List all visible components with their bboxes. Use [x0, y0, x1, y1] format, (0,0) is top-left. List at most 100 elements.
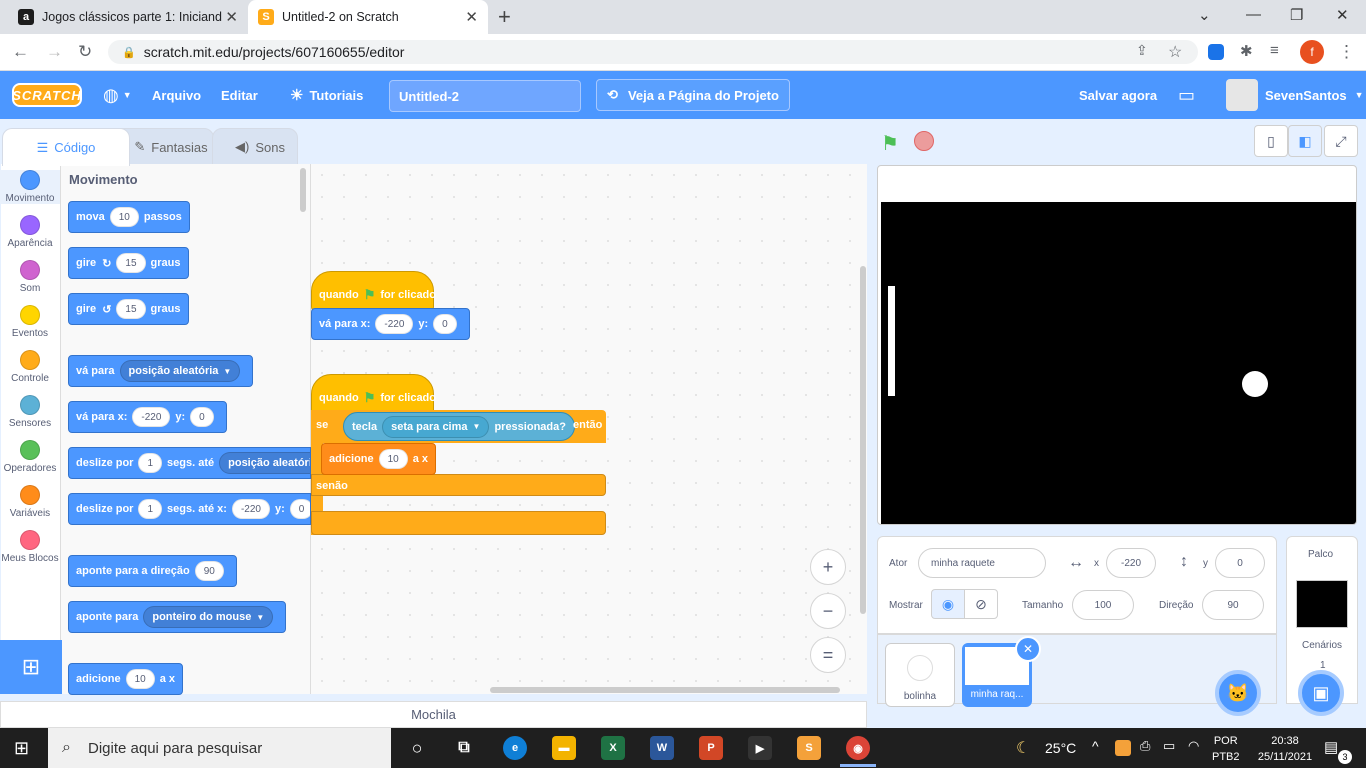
browser-tab-scratch[interactable]: S Untitled-2 on Scratch ✕ [248, 0, 488, 34]
save-now-button[interactable]: Salvar agora [1079, 71, 1157, 119]
block-input[interactable]: 1 [138, 453, 163, 473]
choose-sprite-button[interactable]: 🐱 [1215, 670, 1261, 716]
close-tab-icon[interactable]: ✕ [465, 8, 478, 26]
notification-icon[interactable]: ▤ [1324, 738, 1338, 756]
category-controle[interactable]: Controle [0, 350, 60, 384]
block-input[interactable]: -220 [375, 314, 414, 334]
puzzle-icon[interactable]: ✱ [1240, 42, 1253, 60]
stage-thumbnail[interactable] [1296, 580, 1348, 628]
ball-sprite[interactable] [1242, 371, 1268, 397]
profile-avatar[interactable]: f [1300, 40, 1324, 64]
file-explorer-icon[interactable]: ▬ [552, 736, 576, 760]
hat-when-flag-clicked-2[interactable]: quando ⚑ for clicado [311, 374, 436, 414]
backpack[interactable]: Mochila [0, 701, 867, 728]
bookmark-star-icon[interactable]: ☆ [1168, 42, 1182, 62]
show-sprite-button[interactable]: ◉ [931, 589, 965, 619]
glide-dropdown[interactable]: posição aleatória [219, 452, 310, 474]
sprite-name-input[interactable]: minha raquete [918, 548, 1046, 578]
powerpoint-icon[interactable]: P [699, 736, 723, 760]
close-window-icon[interactable]: ✕ [1336, 6, 1349, 24]
block-input[interactable]: -220 [231, 499, 270, 519]
block-input[interactable]: 0 [190, 407, 214, 427]
menu-tutorials[interactable]: ☀ Tutoriais [290, 71, 363, 119]
block-input[interactable]: 90 [194, 561, 224, 581]
palette-scrollbar[interactable] [300, 168, 306, 212]
user-avatar[interactable] [1226, 79, 1258, 111]
category-aparência[interactable]: Aparência [0, 215, 60, 249]
menu-file[interactable]: Arquivo [152, 71, 201, 119]
sublime-icon[interactable]: S [797, 736, 821, 760]
block-input[interactable]: 0 [433, 314, 457, 334]
category-movimento[interactable]: Movimento [0, 170, 60, 204]
small-stage-button[interactable]: ▯ [1254, 125, 1288, 157]
tray-app-icon[interactable] [1115, 740, 1131, 756]
excel-icon[interactable]: X [601, 736, 625, 760]
block-key-pressed[interactable]: tecla seta para cima ▼ pressionada? [343, 412, 575, 441]
direction-input[interactable]: 90 [1202, 590, 1264, 620]
hat-when-flag-clicked-1[interactable]: quando ⚑ for clicado [311, 271, 436, 311]
media-icon[interactable]: ≡ [1270, 42, 1279, 59]
weather-temp[interactable]: 25°C [1045, 740, 1076, 756]
block-input[interactable]: 10 [378, 449, 408, 469]
project-title-input[interactable]: Untitled-2 [389, 80, 581, 112]
wifi-icon[interactable]: ◠ [1188, 738, 1199, 754]
block-input[interactable]: 1 [138, 499, 163, 519]
tab-sounds[interactable]: ◀) Sons [212, 128, 298, 166]
block-point-towards[interactable]: aponte para ponteiro do mouse ▼ [68, 601, 287, 633]
new-tab-icon[interactable]: + [498, 4, 511, 30]
clock[interactable]: 20:38 25/11/2021 [1252, 733, 1318, 765]
green-flag-button[interactable]: ⚑ [881, 131, 899, 156]
task-view-icon[interactable]: ⧉ [452, 736, 476, 760]
block-glide[interactable]: deslize por 1 segs. até posição aleatória [68, 447, 311, 479]
forward-icon[interactable]: → [46, 42, 63, 62]
category-meus-blocos[interactable]: Meus Blocos [0, 530, 60, 564]
block-goto-xy[interactable]: vá para x: -220 y: 0 [68, 401, 227, 433]
key-dropdown[interactable]: seta para cima ▼ [382, 415, 490, 438]
tray-network-icon[interactable]: ⎙ [1140, 738, 1150, 754]
media-player-icon[interactable]: ▶ [748, 736, 772, 760]
taskbar-search[interactable]: ⌕ Digite aqui para pesquisar [48, 728, 391, 768]
category-variáveis[interactable]: Variáveis [0, 485, 60, 519]
stage[interactable] [877, 165, 1357, 525]
cortana-icon[interactable]: ○ [405, 736, 429, 760]
block-turn-left[interactable]: gire ↺ 15 graus [68, 293, 189, 325]
block-goto-xy-script[interactable]: vá para x: -220 y: 0 [311, 308, 470, 340]
keyboard-language[interactable]: POR PTB2 [1212, 733, 1240, 765]
weather-moon-icon[interactable]: ☾ [1016, 738, 1030, 758]
block-input[interactable]: 10 [109, 207, 139, 227]
block-input[interactable]: 10 [125, 669, 155, 689]
see-project-page-button[interactable]: ⟲ Veja a Página do Projeto [596, 79, 790, 111]
script-vertical-scrollbar[interactable] [860, 266, 866, 614]
hide-sprite-button[interactable]: ⊘ [964, 589, 998, 619]
extension-icon[interactable] [1208, 44, 1224, 60]
close-tab-icon[interactable]: ✕ [225, 8, 238, 26]
block-input[interactable]: 0 [289, 499, 310, 519]
windows-start-icon[interactable]: ⊞ [14, 738, 29, 759]
block-move[interactable]: mova 10 passos [68, 201, 190, 233]
zoom-out-button[interactable]: − [810, 593, 846, 629]
block-input[interactable]: 15 [116, 299, 146, 319]
y-input[interactable]: 0 [1215, 548, 1265, 578]
edge-icon[interactable]: e [503, 736, 527, 760]
choose-backdrop-button[interactable]: ▣ [1298, 670, 1344, 716]
word-icon[interactable]: W [650, 736, 674, 760]
category-sensores[interactable]: Sensores [0, 395, 60, 429]
point-towards-dropdown[interactable]: ponteiro do mouse ▼ [143, 606, 274, 628]
minimize-icon[interactable]: — [1246, 6, 1261, 23]
category-eventos[interactable]: Eventos [0, 305, 60, 339]
browser-menu-icon[interactable]: ⋮ [1338, 42, 1355, 62]
reload-icon[interactable]: ↻ [78, 42, 92, 62]
delete-sprite-icon[interactable]: ✕ [1015, 636, 1041, 662]
browser-tab-alura[interactable]: a Jogos clássicos parte 1: Iniciando ✕ [8, 0, 248, 34]
tab-code[interactable]: ☰ Código [2, 128, 130, 166]
menu-edit[interactable]: Editar [221, 71, 258, 119]
stop-button[interactable] [914, 131, 934, 151]
my-stuff-folder-icon[interactable]: ▭ [1178, 71, 1195, 119]
fullscreen-button[interactable]: ⤢ [1324, 125, 1358, 157]
block-turn-right[interactable]: gire ↻ 15 graus [68, 247, 189, 279]
url-field[interactable]: 🔒 scratch.mit.edu/projects/607160655/edi… [108, 40, 1198, 64]
sprite-tile-bolinha[interactable]: bolinha [885, 643, 955, 707]
block-input[interactable]: -220 [132, 407, 171, 427]
paddle-sprite[interactable] [888, 286, 895, 396]
zoom-reset-button[interactable]: = [810, 637, 846, 673]
